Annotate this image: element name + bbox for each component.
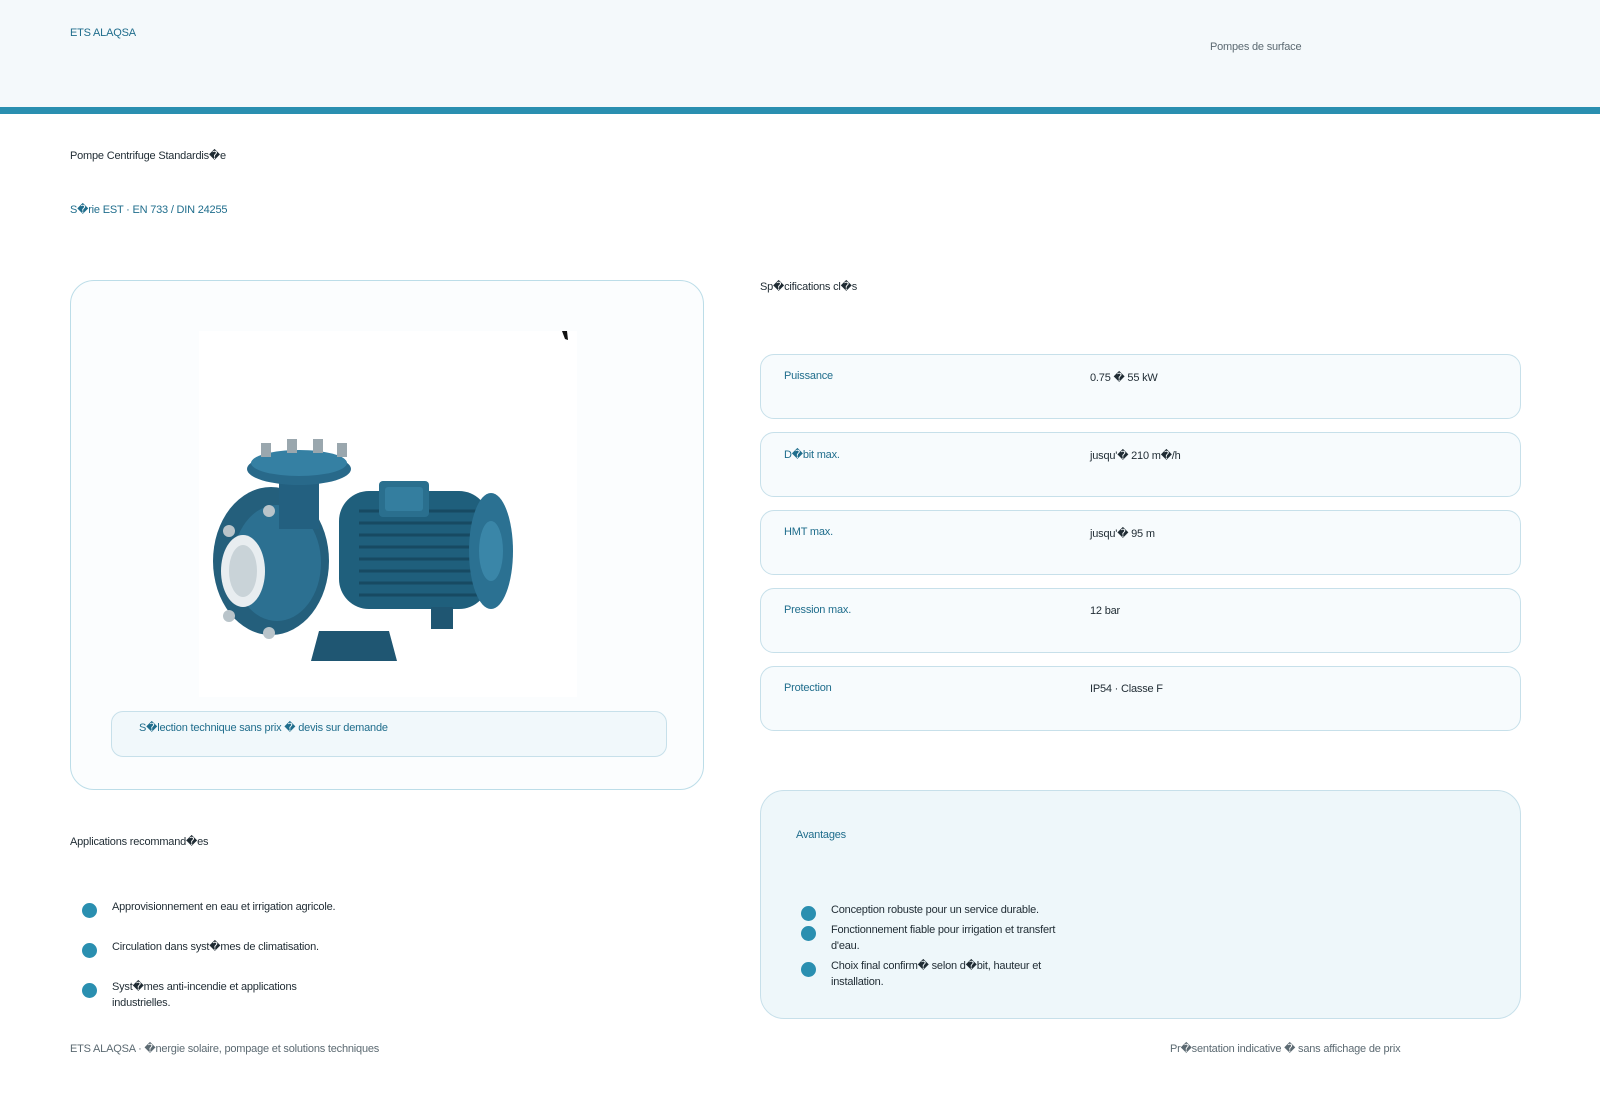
centrifugal-pump-image [199, 331, 577, 697]
advantages-card: Avantages Conception robuste pour un ser… [760, 790, 1521, 1019]
spec-row-flow: D�bit max. jusqu'� 210 m�/h [760, 432, 1521, 497]
spec-label: HMT max. [784, 526, 833, 538]
header-accent-bar [0, 107, 1600, 114]
product-title: Pompe Centrifuge Standardis�e [70, 150, 226, 162]
spec-row-protection: Protection IP54 · Classe F [760, 666, 1521, 731]
spec-row-power: Puissance 0.75 � 55 kW [760, 354, 1521, 419]
bullet-icon [82, 943, 97, 958]
application-text: Syst�mes anti-incendie et applications i… [112, 981, 297, 1009]
bullet-icon [801, 906, 816, 921]
spec-row-pressure: Pression max. 12 bar [760, 588, 1521, 653]
brand-name: ETS ALAQSA [70, 27, 136, 39]
bullet-icon [82, 983, 97, 998]
pricing-note-text: S�lection technique sans prix � devis su… [139, 722, 388, 734]
product-card: S�lection technique sans prix � devis su… [70, 280, 704, 790]
spec-label: Puissance [784, 370, 833, 382]
application-text: Approvisionnement en eau et irrigation a… [112, 901, 336, 913]
advantage-text: Fonctionnement fiable pour irrigation et… [831, 924, 1056, 952]
spec-value: 12 bar [1090, 605, 1120, 617]
spec-row-head: HMT max. jusqu'� 95 m [760, 510, 1521, 575]
advantage-text: Choix final confirm� selon d�bit, hauteu… [831, 960, 1042, 988]
applications-title: Applications recommand�es [70, 836, 209, 848]
bullet-icon [801, 926, 816, 941]
product-series: S�rie EST · EN 733 / DIN 24255 [70, 204, 228, 216]
spec-value: 0.75 � 55 kW [1090, 372, 1158, 384]
header: ETS ALAQSA Pompes de surface [0, 0, 1600, 107]
spec-label: Protection [784, 682, 832, 694]
spec-value: IP54 · Classe F [1090, 683, 1163, 695]
bullet-icon [801, 962, 816, 977]
footer-disclaimer-text: Pr�sentation indicative � sans affichage… [1170, 1043, 1401, 1055]
advantages-title: Avantages [796, 829, 846, 841]
spec-value: jusqu'� 210 m�/h [1090, 450, 1181, 462]
spec-value: jusqu'� 95 m [1090, 528, 1155, 540]
spec-label: D�bit max. [784, 449, 840, 461]
application-text: Circulation dans syst�mes de climatisati… [112, 941, 319, 953]
spec-label: Pression max. [784, 604, 852, 616]
advantage-text: Conception robuste pour un service durab… [831, 904, 1039, 916]
category-label: Pompes de surface [1210, 41, 1302, 53]
bullet-icon [82, 903, 97, 918]
footer-company-text: ETS ALAQSA · �nergie solaire, pompage et… [70, 1043, 380, 1055]
specs-title: Sp�cifications cl�s [760, 281, 858, 293]
pricing-note-box: S�lection technique sans prix � devis su… [111, 711, 667, 757]
